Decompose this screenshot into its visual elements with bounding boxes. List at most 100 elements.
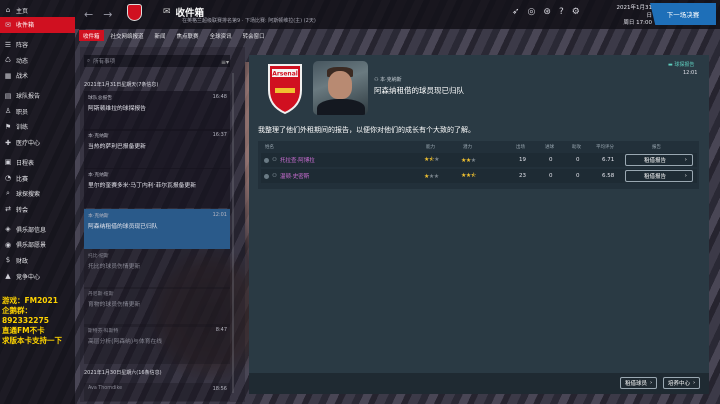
column-header[interactable]: 助攻 — [572, 144, 581, 150]
inbox-message[interactable]: 本·克纳斯 12:01 阿森纳租借的球员现已归队 — [84, 209, 230, 249]
table-row[interactable]: ⚇ 温顿·史密斯 ★★★ ★★⯪ 23 0 0 6.58 租借报告 › — [261, 169, 697, 183]
header: ← → ✉ 收件箱 在英格兰超级联赛排名第9 · 下场比赛: 阿斯顿维拉(主) … — [75, 0, 720, 29]
message-sender: 托比·纽斯 — [88, 254, 109, 259]
inbox-message[interactable]: 本·克纳斯 里尔的奎赛多米·马丁内利·菲尔瓦报备更新 — [84, 168, 230, 208]
column-header[interactable]: 潜力 — [463, 144, 472, 150]
gear-icon[interactable]: ⚙ — [572, 7, 580, 17]
tab-transfer-window[interactable]: 转会窗口 — [239, 30, 269, 41]
message-tag-link[interactable]: ▬ 球探报告 — [668, 61, 694, 68]
globe-icon[interactable]: ◎ — [528, 7, 536, 17]
chevron-right-icon: › — [684, 157, 687, 163]
sidebar-item[interactable]: ♙ 职员 — [0, 103, 75, 119]
loan-players-button[interactable]: 租借球员 › — [620, 377, 658, 389]
column-header[interactable]: 能力 — [426, 144, 435, 150]
sidebar-item[interactable]: ◉ 俱乐部愿景 — [0, 237, 75, 253]
sidebar-item-label: 阵容 — [16, 42, 29, 50]
sidebar: ⌂ 主页 ✉ 收件箱 ☰ 阵容 ♺ 动态 ▦ 战术 ▤ 球队报告 ♙ 职员 ⚑ 训练 ✚ 医疗中心 ▣ 日程表 ◔ 比赛 ⌕… — [0, 0, 75, 404]
inbox-message[interactable]: 丹尼斯·纽斯 育物的球员伤情更新 — [84, 287, 230, 327]
inbox-message[interactable]: 托比·纽斯 托比的球员伤情更新 — [84, 249, 230, 289]
loan-players-label: 租借球员 — [625, 381, 648, 387]
column-header[interactable]: 进球 — [545, 144, 554, 150]
inbox-message[interactable]: 斯特芬·科斯特 8:47 高层分析(阿森纳)与体育在线 — [84, 324, 230, 364]
sidebar-item[interactable]: ✉ 收件箱 — [0, 17, 75, 33]
sidebar-item[interactable]: ◔ 比赛 — [0, 170, 75, 186]
development-centre-label: 培养中心 — [668, 381, 691, 387]
tab-news[interactable]: 新闻 — [151, 30, 170, 41]
tab-focus-league[interactable]: 焦点联赛 — [173, 30, 203, 41]
sidebar-item[interactable]: ✚ 医疗中心 — [0, 135, 75, 151]
loan-report-button[interactable]: 租借报告 › — [625, 170, 693, 182]
staff-icon: ♙ — [4, 107, 12, 116]
back-icon[interactable]: ← — [84, 8, 93, 21]
cog-icon[interactable]: ⊛ — [543, 7, 551, 17]
report-icon: ▤ — [4, 91, 12, 100]
rocket-icon[interactable]: ➶ — [512, 7, 520, 17]
column-header[interactable]: 姓名 — [265, 144, 274, 150]
status-dot — [264, 173, 269, 179]
medical-icon: ✚ — [5, 138, 11, 147]
chevron-right-icon: › — [684, 173, 687, 179]
tab-social[interactable]: 社交网络报道 — [107, 30, 148, 41]
sidebar-item[interactable]: ⌂ 主页 — [0, 3, 75, 17]
search-placeholder: 所有事项 — [93, 59, 116, 65]
continue-button[interactable]: 下一场决赛 — [650, 3, 716, 25]
message-subject: 当热的萨利巴报备更新 — [88, 144, 146, 150]
ability-stars: ★★★ — [424, 172, 439, 180]
sidebar-item[interactable]: ◈ 俱乐部信息 — [0, 221, 75, 237]
inbox-message[interactable]: Ava Thorndike 18:56 — [84, 383, 230, 401]
club-vision-icon: ◉ — [4, 240, 12, 249]
sidebar-item[interactable]: ▤ 球队报告 — [0, 88, 75, 104]
tab-inbox[interactable]: 收件箱 — [79, 30, 104, 41]
scouting-icon: ⌕ — [6, 189, 10, 198]
sidebar-item[interactable]: ⚑ 训练 — [0, 119, 75, 135]
chevron-right-icon: › — [693, 380, 696, 386]
message-time: 18:56 — [212, 386, 227, 392]
column-header[interactable]: 平均评分 — [596, 144, 614, 150]
page-subtitle: 在英格兰超级联赛排名第9 · 下场比赛: 阿斯顿维拉(主) (2天) — [182, 18, 316, 24]
sidebar-item-label: 职员 — [16, 108, 29, 116]
development-centre-button[interactable]: 培养中心 › — [663, 377, 701, 389]
status-dot — [264, 157, 269, 163]
column-header[interactable]: 出场 — [516, 144, 525, 150]
help-icon[interactable]: ? — [559, 7, 564, 17]
tab-bar: 收件箱 社交网络报道 新闻 焦点联赛 全球资讯 转会窗口 — [79, 30, 269, 41]
loan-report-button[interactable]: 租借报告 › — [625, 154, 693, 166]
finances-icon: $ — [5, 256, 11, 265]
sidebar-item[interactable]: ♺ 动态 — [0, 52, 75, 68]
sidebar-item[interactable]: ⇄ 转会 — [0, 202, 75, 218]
sidebar-item[interactable]: ▦ 战术 — [0, 68, 75, 84]
message-sender: Ava Thorndike — [88, 386, 123, 391]
sidebar-item[interactable]: $ 财政 — [0, 253, 75, 269]
club-badge[interactable] — [127, 4, 142, 21]
sidebar-item[interactable]: ⌕ 球探搜索 — [0, 186, 75, 202]
message-body: 我整理了他们外租期间的报告，以便你对他们的成长有个大致的了解。 — [258, 126, 475, 134]
sidebar-item[interactable]: ▣ 日程表 — [0, 155, 75, 171]
filter-menu-icon[interactable]: ≡▾ — [221, 59, 229, 66]
date-group-header: 2021年1月31日星期天(7条信息) — [84, 82, 159, 88]
sidebar-item[interactable]: ▲ 竞争中心 — [0, 268, 75, 284]
search-input[interactable]: ⌕ 所有事项 — [84, 55, 230, 67]
sidebar-item-label: 日程表 — [16, 159, 35, 167]
inbox-message[interactable]: 本·克纳斯 16:37 当热的萨利巴报备更新 — [84, 129, 230, 169]
potential-stars: ★★⯪ — [461, 172, 476, 179]
tactics-icon: ▦ — [4, 71, 12, 80]
inbox-message[interactable]: 球队总报告 16:48 阿斯顿维拉的球探报告 — [84, 91, 230, 131]
player-name[interactable]: 温顿·史密斯 — [280, 172, 309, 180]
message-sender: 斯特芬·科斯特 — [88, 329, 119, 334]
sidebar-item-label: 俱乐部愿景 — [16, 242, 47, 250]
message-sender: 球队总报告 — [88, 96, 112, 101]
message-time: 12:01 — [212, 212, 227, 218]
column-header[interactable]: 报告 — [652, 144, 661, 150]
forward-icon[interactable]: → — [103, 8, 112, 21]
message-time: 12:01 — [683, 70, 698, 76]
crest-text: Arsenal — [272, 71, 298, 78]
player-name[interactable]: 托拉查·阿博拉 — [280, 156, 315, 164]
mail-icon: ✉ — [5, 20, 11, 29]
table-row[interactable]: ⚇ 托拉查·阿博拉 ★⯪★ ★★★ 19 0 0 6.71 租借报告 › — [261, 153, 697, 167]
sidebar-item[interactable]: ☰ 阵容 — [0, 37, 75, 53]
scrollbar[interactable] — [232, 73, 234, 393]
sidebar-item-label: 动态 — [16, 57, 29, 65]
tab-global-news[interactable]: 全球资讯 — [206, 30, 236, 41]
potential-stars: ★★★ — [461, 156, 476, 164]
message-sender-name[interactable]: 本·克纳斯 — [380, 77, 402, 83]
